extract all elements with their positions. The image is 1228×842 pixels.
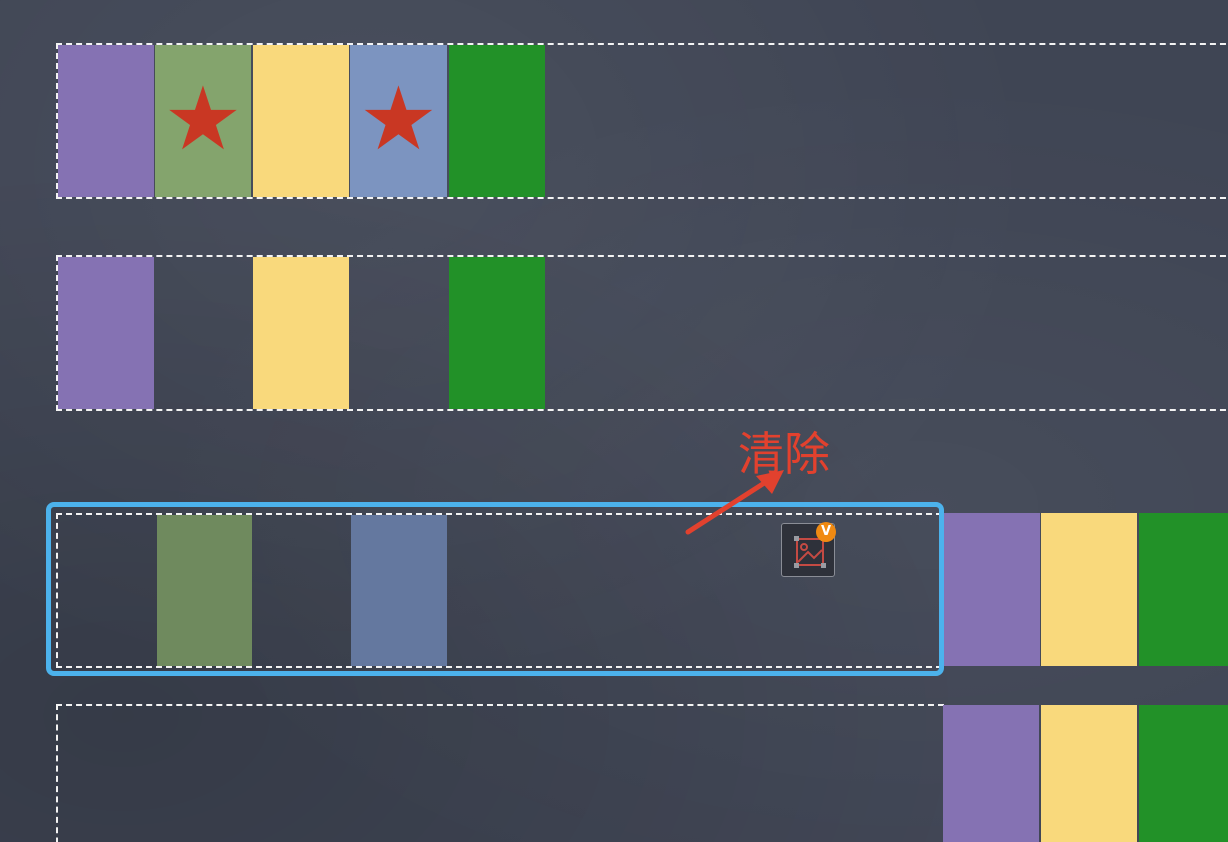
row-1-cell-sage: ★ [155, 45, 251, 197]
row-4-overflow-green [1139, 705, 1228, 842]
star-icon: ★ [163, 67, 243, 170]
row-4-overflow-purple [943, 705, 1039, 842]
badge: V [816, 522, 836, 542]
row-4-overflow-yellow [1041, 705, 1137, 842]
row-2-lane [56, 255, 1228, 411]
row-2-cell-green [449, 257, 545, 409]
row-1-cell-steel: ★ [350, 45, 447, 197]
row-2-cell-purple [58, 257, 154, 409]
row-2-cell-yellow [253, 257, 349, 409]
row-3-overflow-yellow [1041, 513, 1137, 666]
row-4-lane [56, 704, 944, 842]
row-1-cell-green [449, 45, 545, 197]
image-button[interactable]: V [781, 522, 836, 577]
star-icon: ★ [359, 67, 438, 170]
row-1-cell-yellow [253, 45, 349, 197]
row-3-overflow-green [1139, 513, 1228, 666]
arrow-icon [685, 470, 784, 535]
row-1-cell-purple [58, 45, 154, 197]
row-3-overflow-purple [944, 513, 1040, 666]
